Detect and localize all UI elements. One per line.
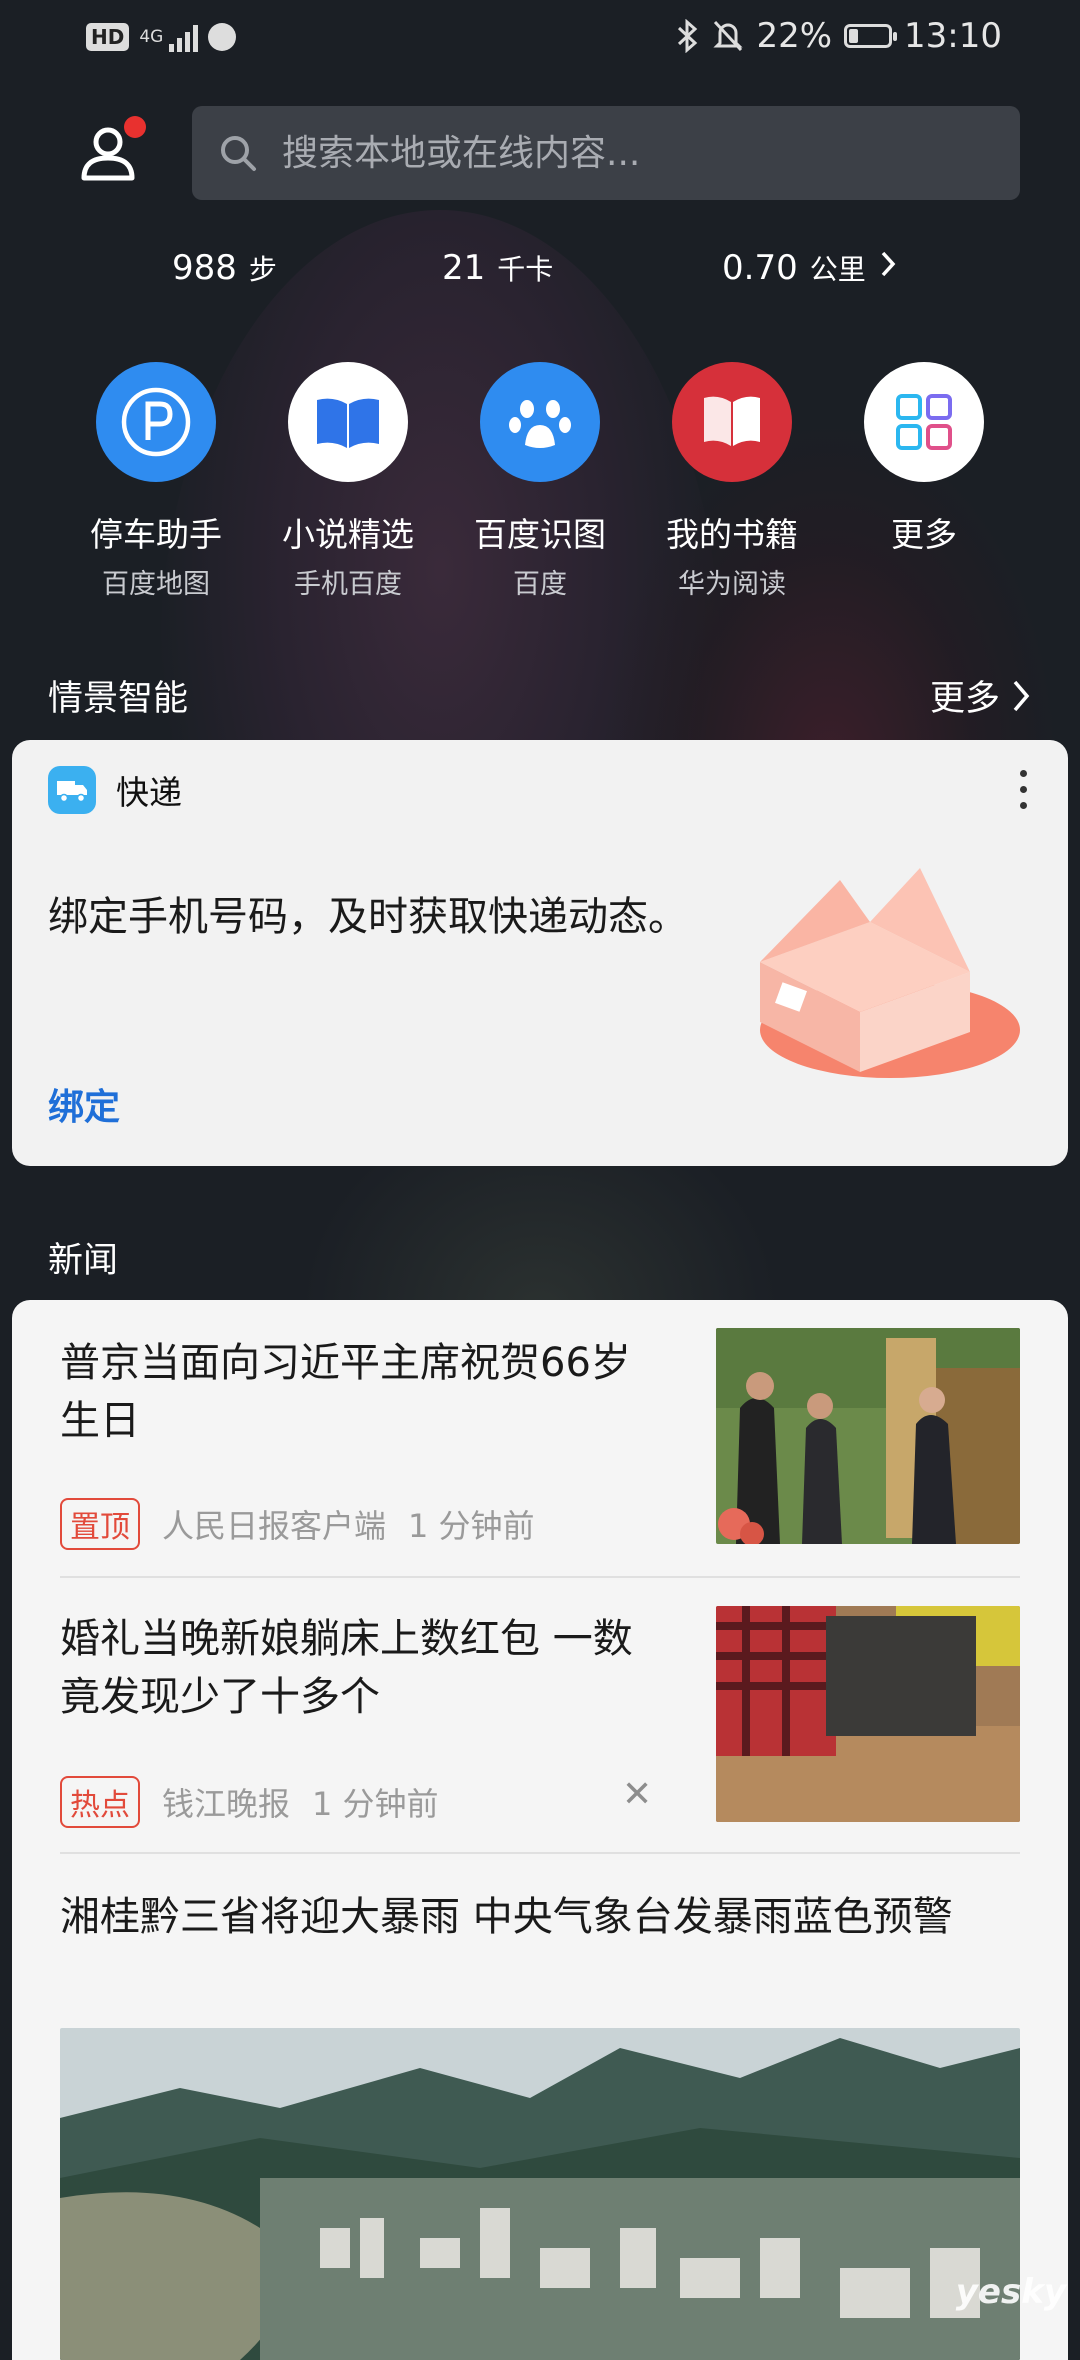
health-stats[interactable]: 988 步 21 千卡 0.70 公里 <box>0 248 1080 298</box>
search-icon <box>221 136 256 171</box>
app-source: 百度地图 <box>102 569 210 600</box>
yesky-watermark: yesky <box>955 2272 1066 2312</box>
news-feed: 普京当面向习近平主席祝贺66岁生日 置顶 人民日报客户端 1 分钟前 婚礼当晚新… <box>12 1300 1068 2360</box>
app-more[interactable]: 更多 <box>834 362 1014 556</box>
divider <box>60 1576 1020 1578</box>
news-meta: 置顶 人民日报客户端 1 分钟前 <box>60 1498 535 1550</box>
app-name: 百度识图 <box>474 515 606 554</box>
status-bar: HD 4G 22% 13:10 <box>0 0 1080 80</box>
express-card: 快递 绑定手机号码，及时获取快递动态。 绑定 <box>12 740 1068 1166</box>
battery-icon <box>844 24 898 48</box>
app-icon <box>96 362 216 482</box>
news-source: 人民日报客户端 <box>162 1507 387 1545</box>
app-my-books[interactable]: 我的书籍 华为阅读 <box>642 362 822 601</box>
app-baidu-image-search[interactable]: 百度识图 百度 <box>450 362 630 601</box>
news-thumbnail[interactable] <box>716 1328 1020 1544</box>
divider <box>60 1852 1020 1854</box>
paw-icon <box>509 400 571 448</box>
mute-bell-icon <box>713 20 744 52</box>
more-options-icon[interactable] <box>1020 770 1028 818</box>
delivery-truck-icon <box>48 766 96 814</box>
calories-unit: 千卡 <box>497 253 554 286</box>
globe-icon <box>208 23 237 51</box>
notification-dot <box>124 116 146 138</box>
more-label: 更多 <box>929 679 1000 719</box>
news-image[interactable] <box>60 2028 1020 2360</box>
news-thumbnail[interactable] <box>716 1606 1020 1822</box>
chevron-right-icon <box>1013 680 1030 711</box>
chevron-right-icon <box>881 251 896 277</box>
battery-percent: 22% <box>756 16 833 56</box>
app-source: 百度 <box>513 569 567 600</box>
dismiss-close-icon[interactable]: ✕ <box>622 1774 652 1815</box>
app-name: 我的书籍 <box>666 515 798 554</box>
news-section-title: 新闻 <box>48 1241 119 1281</box>
distance-value: 0.70 <box>722 248 798 288</box>
calories-stat: 21 千卡 <box>442 248 553 288</box>
app-novel-picks[interactable]: 小说精选 手机百度 <box>258 362 438 601</box>
app-name: 小说精选 <box>282 515 414 554</box>
hd-badge: HD <box>86 23 130 51</box>
news-meta: 热点 钱江晚报 1 分钟前 <box>60 1776 439 1828</box>
parking-icon <box>121 387 191 457</box>
news-time: 1 分钟前 <box>312 1785 439 1823</box>
steps-value: 988 <box>172 248 237 288</box>
package-box-illustration <box>760 868 1020 1078</box>
news-headline[interactable]: 婚礼当晚新娘躺床上数红包 一数竟发现少了十多个 <box>60 1610 670 1726</box>
calories-value: 21 <box>442 248 486 288</box>
bind-button[interactable]: 绑定 <box>48 1078 120 1130</box>
steps-stat: 988 步 <box>172 248 277 288</box>
card-title: 快递 <box>116 773 182 812</box>
news-item[interactable]: 湘桂黔三省将迎大暴雨 中央气象台发暴雨蓝色预警 <box>60 1888 1020 1946</box>
news-headline[interactable]: 湘桂黔三省将迎大暴雨 中央气象台发暴雨蓝色预警 <box>60 1888 1020 1946</box>
distance-unit: 公里 <box>809 253 866 286</box>
grid-icon <box>896 394 952 450</box>
app-name: 停车助手 <box>90 515 222 554</box>
app-name: 更多 <box>891 515 957 554</box>
signal-icon <box>169 22 199 52</box>
book-open-icon <box>317 398 379 448</box>
app-source: 华为阅读 <box>678 569 786 600</box>
news-headline[interactable]: 普京当面向习近平主席祝贺66岁生日 <box>60 1334 660 1450</box>
search-input[interactable] <box>280 131 1004 175</box>
card-message: 绑定手机号码，及时获取快递动态。 <box>48 894 688 940</box>
context-section-title: 情景智能 <box>48 679 189 719</box>
news-time: 1 分钟前 <box>408 1507 535 1545</box>
steps-unit: 步 <box>248 253 277 286</box>
news-source: 钱江晚报 <box>162 1785 291 1823</box>
network-type: 4G <box>139 27 164 47</box>
hot-tag: 热点 <box>60 1776 140 1828</box>
distance-stat: 0.70 公里 <box>722 248 898 288</box>
reader-book-icon <box>704 396 760 446</box>
bluetooth-icon <box>678 19 698 53</box>
clock-time: 13:10 <box>904 16 1002 56</box>
app-source: 手机百度 <box>294 569 402 600</box>
app-parking-assistant[interactable]: 停车助手 百度地图 <box>66 362 246 601</box>
context-more-link[interactable]: 更多 <box>930 670 1032 721</box>
pinned-tag: 置顶 <box>60 1498 140 1550</box>
search-bar[interactable] <box>192 106 1020 200</box>
